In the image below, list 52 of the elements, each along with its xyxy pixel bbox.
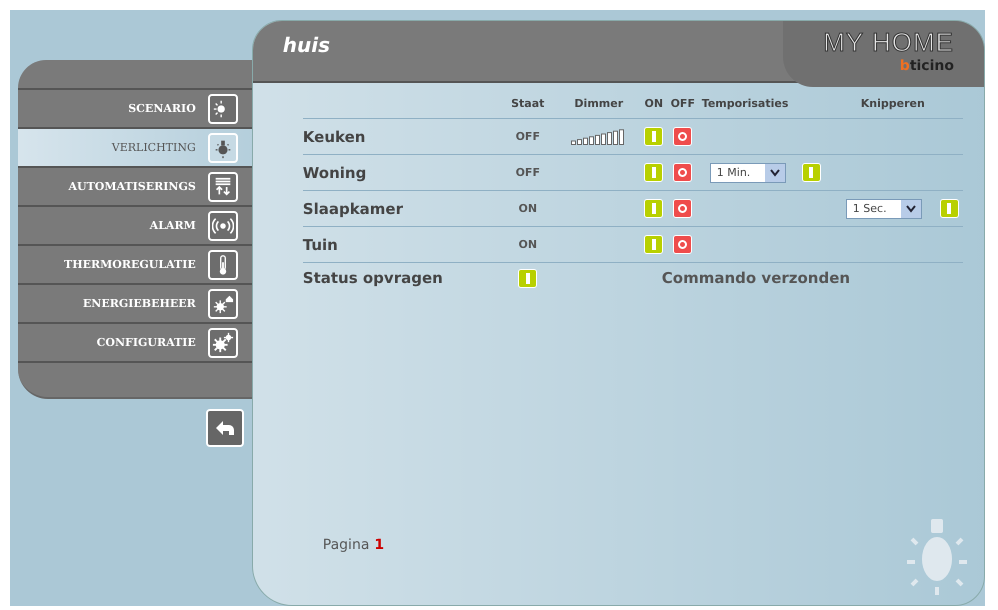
room-name: Woning xyxy=(302,155,498,191)
state-value: ON xyxy=(498,191,558,227)
status-request-button[interactable] xyxy=(518,268,538,288)
menu-item[interactable]: CONFIGURATIE xyxy=(18,324,252,363)
column-header: Temporisaties xyxy=(698,97,823,119)
chevron-down-icon xyxy=(906,204,916,212)
blink-dropdown[interactable]: 1 Sec. xyxy=(846,198,922,218)
gears-icon xyxy=(208,328,238,358)
menu-item[interactable]: ENERGIEBEHEER xyxy=(18,285,252,324)
blinds-icon xyxy=(208,172,238,202)
state-value: OFF xyxy=(498,119,558,155)
back-button[interactable] xyxy=(206,409,244,447)
blink-apply-button[interactable] xyxy=(940,199,959,218)
column-header: Knipperen xyxy=(822,97,963,119)
timer-dropdown[interactable]: 1 Min. xyxy=(710,162,786,182)
page-number[interactable]: 1 xyxy=(374,537,384,553)
page-title: huis xyxy=(282,33,330,57)
status-label: Status opvragen xyxy=(302,268,444,289)
logo-text: MY HOME xyxy=(823,27,954,58)
menu-item[interactable]: SCENARIO xyxy=(18,90,252,129)
menu-item[interactable]: AUTOMATISERINGS xyxy=(18,168,252,207)
room-name: Tuin xyxy=(302,227,498,263)
menu-item[interactable]: THERMOREGULATIE xyxy=(18,246,252,285)
status-message: Commando verzonden xyxy=(660,268,852,289)
off-button[interactable] xyxy=(673,163,692,182)
on-button[interactable] xyxy=(644,199,664,218)
state-value: OFF xyxy=(498,155,558,191)
page-label: Pagina xyxy=(322,537,370,553)
on-button[interactable] xyxy=(644,235,664,254)
off-button[interactable] xyxy=(673,235,692,254)
chevron-down-icon xyxy=(770,168,780,176)
bulb-icon xyxy=(208,132,238,162)
dimmer-scale-icon[interactable] xyxy=(570,128,627,144)
timer-apply-button[interactable] xyxy=(802,163,821,182)
off-button[interactable] xyxy=(673,127,692,146)
on-button[interactable] xyxy=(644,127,664,146)
brand-logo: bticino xyxy=(900,58,954,74)
column-header: Dimmer xyxy=(558,97,640,119)
on-button[interactable] xyxy=(644,163,664,182)
column-header: ON xyxy=(640,97,668,119)
state-value: ON xyxy=(498,227,558,263)
thermometer-icon xyxy=(208,250,238,280)
gear-house-icon xyxy=(208,288,238,318)
room-name: Slaapkamer xyxy=(302,191,498,227)
column-header: Staat xyxy=(498,97,558,119)
alarm-icon xyxy=(208,210,238,240)
menu-item[interactable]: VERLICHTING xyxy=(18,129,252,168)
bulb-icon xyxy=(904,517,970,597)
off-button[interactable] xyxy=(673,199,692,218)
room-name: Keuken xyxy=(302,119,498,155)
column-header: OFF xyxy=(668,97,698,119)
menu-item[interactable]: ALARM xyxy=(18,207,252,246)
